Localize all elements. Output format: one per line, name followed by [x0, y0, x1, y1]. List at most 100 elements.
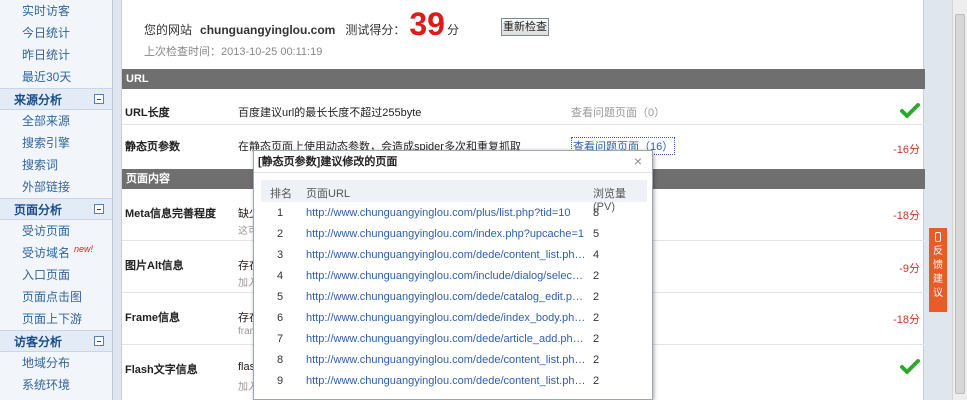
- cell-pv: 2: [593, 333, 600, 345]
- cell-url-link[interactable]: http://www.chunguangyinglou.com/include/…: [306, 270, 586, 282]
- cell-rank: 9: [277, 375, 284, 387]
- cell-rank: 6: [277, 312, 284, 324]
- score-label: 测试得分：: [345, 23, 406, 37]
- row-name: URL长度: [125, 107, 170, 119]
- col-url: 页面URL: [306, 188, 351, 200]
- collapse-icon[interactable]: [94, 94, 104, 104]
- table-row: 4 http://www.chunguangyinglou.com/includ…: [261, 266, 647, 287]
- sidebar-section-source[interactable]: 来源分析: [0, 88, 112, 110]
- feedback-tab[interactable]: 反 馈 建 议: [929, 228, 947, 312]
- cell-rank: 4: [277, 270, 284, 282]
- sidebar-item-last30[interactable]: 最近30天: [0, 66, 112, 88]
- cell-pv: 2: [593, 291, 600, 303]
- row-url-length: URL长度 百度建议url的最长长度不超过255byte 查看问题页面（0）: [122, 89, 925, 125]
- cell-url-link[interactable]: http://www.chunguangyinglou.com/dede/ind…: [306, 312, 586, 324]
- last-check-time: 上次检查时间：2013-10-25 00:11:19: [144, 46, 323, 58]
- new-badge: new!: [74, 244, 94, 254]
- issue-pages-dialog: [静态页参数]建议修改的页面 × 排名 页面URL 浏览量(PV) 1 http…: [253, 150, 653, 400]
- cell-url-link[interactable]: http://www.chunguangyinglou.com/index.ph…: [306, 228, 586, 240]
- table-row: 2 http://www.chunguangyinglou.com/index.…: [261, 224, 647, 245]
- cell-url-link[interactable]: http://www.chunguangyinglou.com/plus/lis…: [306, 207, 586, 219]
- col-rank: 排名: [270, 188, 292, 200]
- view-issue-pages-link[interactable]: 查看问题页面（0）: [571, 104, 665, 120]
- row-name: Flash文字信息: [125, 364, 198, 376]
- cell-pv: 5: [593, 228, 600, 240]
- recheck-button[interactable]: 重新检查: [501, 18, 549, 36]
- cell-pv: 2: [593, 375, 600, 387]
- sidebar-item-geo[interactable]: 地域分布: [0, 352, 112, 374]
- row-desc: 百度建议url的最长长度不超过255byte: [238, 107, 422, 119]
- collapse-icon[interactable]: [94, 204, 104, 214]
- sidebar-item-search-words[interactable]: 搜索词: [0, 154, 112, 176]
- cell-rank: 2: [277, 228, 284, 240]
- sidebar-section-pages[interactable]: 页面分析: [0, 198, 112, 220]
- table-row: 9 http://www.chunguangyinglou.com/dede/c…: [261, 371, 647, 392]
- cell-rank: 7: [277, 333, 284, 345]
- score-row: 您的网站 chunguangyinglou.com 测试得分： 39 分: [144, 4, 459, 40]
- feedback-char: 反: [933, 246, 943, 257]
- table-header: 排名 页面URL 浏览量(PV): [261, 180, 647, 213]
- cell-url-link[interactable]: http://www.chunguangyinglou.com/dede/cat…: [306, 291, 586, 303]
- check-icon: [900, 359, 920, 374]
- cell-rank: 5: [277, 291, 284, 303]
- sidebar-item-upstream[interactable]: 页面上下游: [0, 308, 112, 330]
- close-icon[interactable]: ×: [632, 154, 644, 168]
- feedback-char: 建: [933, 274, 943, 285]
- table-row: 8 http://www.chunguangyinglou.com/dede/c…: [261, 350, 647, 371]
- table-row: 6 http://www.chunguangyinglou.com/dede/i…: [261, 308, 647, 329]
- score-unit: 分: [446, 23, 459, 37]
- penalty-points: -18分: [893, 314, 920, 326]
- cell-rank: 1: [277, 207, 284, 219]
- table-row: 7 http://www.chunguangyinglou.com/dede/a…: [261, 329, 647, 350]
- sidebar-section-label: 来源分析: [14, 93, 63, 107]
- penalty-points: -18分: [893, 210, 920, 222]
- site-label: 您的网站: [144, 23, 193, 37]
- table-row: 1 http://www.chunguangyinglou.com/plus/l…: [261, 203, 647, 224]
- sidebar-item-realtime[interactable]: 实时访客: [0, 0, 112, 22]
- row-name: 静态页参数: [125, 141, 180, 153]
- table-row: 5 http://www.chunguangyinglou.com/dede/c…: [261, 287, 647, 308]
- penalty-points: -16分: [893, 144, 920, 156]
- sidebar-item-all-sources[interactable]: 全部来源: [0, 110, 112, 132]
- cell-pv: 2: [593, 312, 600, 324]
- sidebar-item-visited-domains[interactable]: 受访域名 new!: [0, 242, 112, 264]
- sidebar-item-visited-pages[interactable]: 受访页面: [0, 220, 112, 242]
- sidebar-item-entry-pages[interactable]: 入口页面: [0, 264, 112, 286]
- site-domain: chunguangyinglou.com: [200, 23, 336, 37]
- row-name: Frame信息: [125, 312, 181, 324]
- cell-url-link[interactable]: http://www.chunguangyinglou.com/dede/con…: [306, 375, 586, 387]
- sidebar-item-external-links[interactable]: 外部链接: [0, 176, 112, 198]
- cell-pv: 2: [593, 354, 600, 366]
- row-name: Meta信息完善程度: [125, 208, 217, 220]
- section-url: URL: [122, 69, 925, 89]
- sidebar-section-label: 访客分析: [14, 335, 63, 349]
- score-value: 39: [409, 6, 445, 42]
- sidebar-item-today[interactable]: 今日统计: [0, 22, 112, 44]
- sidebar-item-search-engine[interactable]: 搜索引擎: [0, 132, 112, 154]
- dialog-title: [静态页参数]建议修改的页面: [254, 151, 652, 173]
- cell-url-link[interactable]: http://www.chunguangyinglou.com/dede/con…: [306, 249, 586, 261]
- page-scrollbar[interactable]: [952, 0, 967, 400]
- sidebar-item-label: 受访域名: [22, 246, 71, 260]
- penalty-points: -9分: [899, 263, 920, 275]
- row-name: 图片Alt信息: [125, 260, 184, 272]
- cell-pv: 2: [593, 270, 600, 282]
- sidebar-section-visitors[interactable]: 访客分析: [0, 330, 112, 352]
- check-icon: [900, 103, 920, 118]
- feedback-char: 馈: [933, 260, 943, 271]
- sidebar: 实时访客 今日统计 昨日统计 最近30天 来源分析 全部来源 搜索引擎 搜索词 …: [0, 0, 113, 400]
- cell-url-link[interactable]: http://www.chunguangyinglou.com/dede/con…: [306, 354, 586, 366]
- cell-rank: 8: [277, 354, 284, 366]
- sidebar-item-click-map[interactable]: 页面点击图: [0, 286, 112, 308]
- cell-pv: 8: [593, 207, 600, 219]
- sidebar-section-label: 页面分析: [14, 203, 63, 217]
- cell-pv: 4: [593, 249, 600, 261]
- table-row: 3 http://www.chunguangyinglou.com/dede/c…: [261, 245, 647, 266]
- cell-rank: 3: [277, 249, 284, 261]
- sidebar-item-yesterday[interactable]: 昨日统计: [0, 44, 112, 66]
- collapse-icon[interactable]: [94, 336, 104, 346]
- scrollbar-thumb[interactable]: [955, 14, 965, 394]
- sidebar-item-system-env[interactable]: 系统环境: [0, 374, 112, 396]
- cell-url-link[interactable]: http://www.chunguangyinglou.com/dede/art…: [306, 333, 586, 345]
- pencil-icon: [935, 232, 941, 242]
